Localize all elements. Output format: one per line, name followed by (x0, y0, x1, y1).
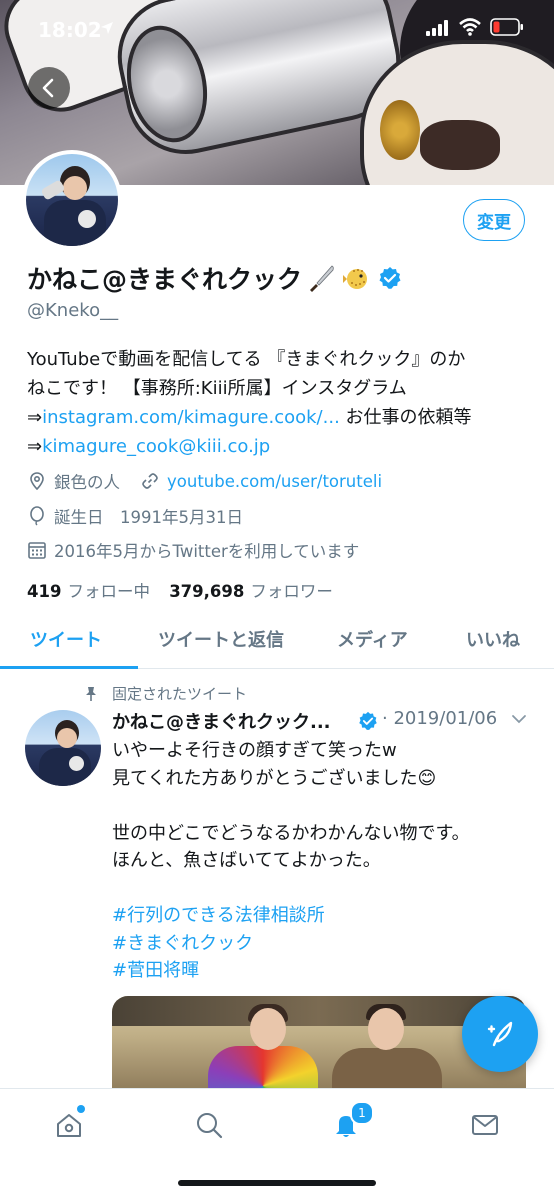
profile-birthday: 誕生日 1991年5月31日 (54, 508, 243, 527)
compose-feather-icon (487, 1021, 513, 1047)
banner-drink (380, 100, 420, 160)
link-icon (140, 471, 160, 491)
verified-badge-icon (379, 267, 401, 289)
hashtag-link[interactable]: #行列のできる法律相談所 (112, 902, 325, 930)
profile-joined-row: 2016年5月からTwitterを利用しています (27, 538, 359, 562)
notification-badge: 1 (350, 1101, 374, 1125)
tweet-author-avatar[interactable] (25, 710, 101, 786)
bio-line-4: ⇒kimagure_cook@kiii.co.jp (27, 432, 532, 461)
following-count-link[interactable]: 419 フォロー中 (27, 582, 150, 601)
calendar-icon (27, 540, 47, 560)
avatar-image (26, 154, 118, 246)
location-arrow-icon (100, 20, 114, 39)
nav-home[interactable] (51, 1105, 87, 1143)
display-name: かねこ@きまぐれクック (27, 260, 402, 296)
pufferfish-icon (343, 269, 368, 289)
active-tab-indicator (0, 666, 138, 669)
followers-count: 379,698 (169, 582, 245, 601)
pinned-tweet-label: 固定されたツイート (84, 683, 247, 704)
search-icon (197, 1113, 223, 1139)
hashtag-link[interactable]: #菅田将暉 (112, 957, 325, 985)
hashtag-link[interactable]: #きまぐれクック (112, 930, 325, 958)
home-icon (57, 1114, 81, 1137)
status-bar: 18:02 (0, 0, 554, 60)
tweet-text: いやーよそ行きの顔すぎて笑ったw 見てくれた方ありがとうございました😊 世の中ど… (112, 740, 470, 871)
nav-search[interactable] (191, 1107, 227, 1143)
nav-messages[interactable] (467, 1107, 503, 1143)
pinned-tweet-text: 固定されたツイート (112, 685, 248, 703)
messages-icon (472, 1115, 498, 1135)
tweet-date-value: 2019/01/06 (393, 708, 498, 729)
bio-line-3-tail: お仕事の依頼等 (339, 407, 472, 428)
tab-likes[interactable]: いいね (466, 626, 520, 652)
home-indicator (178, 1180, 376, 1186)
home-unread-dot (77, 1105, 85, 1113)
tweet-hashtags: #行列のできる法律相談所 #きまぐれクック #菅田将暉 (112, 902, 325, 985)
verified-badge-icon (359, 711, 377, 730)
profile-website-link[interactable]: youtube.com/user/toruteli (167, 472, 382, 491)
profile-birthday-row: 誕生日 1991年5月31日 (27, 504, 243, 528)
banner-mouth (420, 120, 500, 170)
profile-bio: YouTubeで動画を配信してる 『きまぐれクック』のか ねこです！ 【事務所:… (27, 345, 532, 461)
profile-tabs: ツイート ツイートと返信 メディア いいね (0, 612, 554, 669)
profile-avatar[interactable] (22, 150, 122, 250)
location-pin-icon (27, 471, 47, 491)
tweet-author-name[interactable]: かねこ@きまぐれクック... (112, 708, 331, 734)
balloon-icon (27, 506, 47, 526)
compose-tweet-button[interactable] (462, 996, 538, 1072)
bio-line-1: YouTubeで動画を配信してる 『きまぐれクック』のか (27, 349, 466, 370)
tab-tweets[interactable]: ツイート (30, 626, 102, 652)
profile-location: 銀色の人 (54, 473, 120, 492)
profile-joined: 2016年5月からTwitterを利用しています (54, 542, 360, 561)
tab-media[interactable]: メディア (337, 626, 408, 652)
bio-line-3: ⇒instagram.com/kimagure.cook/... お仕事の依頼等 (27, 403, 532, 432)
bio-arrow: ⇒ (27, 407, 43, 428)
chevron-down-icon[interactable] (510, 712, 528, 726)
bio-line-2: ねこです！ 【事務所:Kiii所属】インスタグラム (27, 378, 407, 399)
tab-tweets-and-replies[interactable]: ツイートと返信 (158, 626, 284, 652)
back-button[interactable] (28, 67, 70, 109)
followers-label: フォロワー (250, 582, 333, 601)
tweet-date: · 2019/01/06 (382, 708, 498, 729)
bio-arrow: ⇒ (27, 436, 43, 457)
tweet-header: かねこ@きまぐれクック... · 2019/01/06 (112, 708, 532, 736)
signal-icon (426, 20, 450, 40)
profile-handle: @Kneko__ (27, 300, 119, 321)
following-count: 419 (27, 582, 62, 601)
follow-counts: 419 フォロー中 379,698 フォロワー (27, 578, 333, 602)
instagram-link[interactable]: instagram.com/kimagure.cook/... (42, 407, 340, 428)
pin-icon (86, 686, 96, 701)
profile-meta-row: 銀色の人 youtube.com/user/toruteli (27, 469, 382, 493)
chevron-left-icon (42, 78, 54, 98)
display-name-text: かねこ@きまぐれクック (27, 265, 303, 294)
nav-notifications[interactable]: 1 (328, 1101, 374, 1143)
followers-count-link[interactable]: 379,698 フォロワー (169, 582, 333, 601)
following-label: フォロー中 (67, 582, 150, 601)
email-link[interactable]: kimagure_cook@kiii.co.jp (42, 436, 270, 457)
status-time: 18:02 (38, 18, 102, 42)
knife-icon (310, 265, 334, 292)
battery-icon (490, 18, 524, 40)
edit-profile-button[interactable]: 変更 (463, 199, 525, 241)
wifi-icon (459, 18, 481, 40)
